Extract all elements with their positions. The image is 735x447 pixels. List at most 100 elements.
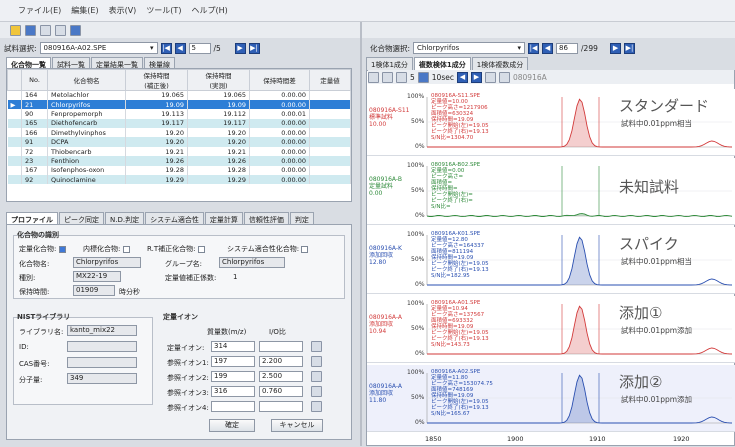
profile-panel: 化合物の識別 定量化合物: 内標化合物: R.T補正化合物: システム適合性化合…: [6, 224, 352, 440]
y-tick: 0%: [415, 281, 425, 288]
table-row[interactable]: 92 Quinoclamine 19.29 19.29 0.00.00: [7, 175, 351, 185]
table-cell: 19.21: [187, 146, 250, 157]
x-tick: 1910: [589, 435, 606, 443]
peak-annotation: S/N比=182.95: [431, 273, 470, 279]
header-no[interactable]: No.: [21, 69, 48, 91]
ion-select-icon[interactable]: [311, 401, 322, 412]
prev-icon[interactable]: ◀: [542, 42, 554, 54]
ion-ratio-field[interactable]: 0.760: [259, 386, 303, 397]
peak-annotation: S/N比=1304.70: [431, 135, 474, 141]
table-row[interactable]: 165 Diethofencarb 19.117 19.117 0.00.00: [7, 118, 351, 129]
table-cell: Metolachlor: [47, 90, 126, 100]
interval-select[interactable]: 10sec: [432, 73, 454, 82]
menu-help[interactable]: ヘルプ(H): [191, 5, 227, 16]
ion-mass-field[interactable]: 316: [211, 386, 255, 397]
identification-title: 化合物の識別: [17, 231, 59, 239]
chromatogram-lane[interactable]: 080916A-S11 標準試料 10.00 100% 50% 0% 08091…: [367, 89, 735, 156]
table-row[interactable]: 23 Fenthion 19.26 19.26 0.00.00: [7, 156, 351, 166]
next-icon[interactable]: ▶: [234, 42, 246, 54]
header-rt-measured[interactable]: 保持時間 (実測): [187, 69, 250, 91]
checkbox-icon[interactable]: [301, 245, 309, 253]
table-row[interactable]: 90 Fenpropemorph 19.113 19.112 0.00.01: [7, 109, 351, 119]
ion-mass-field[interactable]: 199: [211, 371, 255, 382]
ion-select-icon[interactable]: [311, 371, 322, 382]
checkbox-icon[interactable]: [122, 245, 130, 253]
row-marker: [7, 156, 22, 166]
ion-select-icon[interactable]: [311, 356, 322, 367]
scroll-left-icon[interactable]: ◀: [456, 71, 468, 83]
refresh-icon[interactable]: [484, 71, 496, 83]
compound-select[interactable]: Chlorpyrifos ▾: [413, 42, 526, 54]
table-cell: 19.113: [125, 109, 188, 119]
pane-splitter[interactable]: [360, 22, 362, 446]
checkbox-icon[interactable]: [58, 245, 66, 253]
table-row[interactable]: ▶ 21 Chlorpyrifos 19.09 19.09 0.00.00: [7, 99, 351, 110]
chromatogram-lane[interactable]: 080916A-A 添加回収 11.80 100% 50% 0% 080916A…: [367, 365, 735, 432]
ion-mass-field[interactable]: [211, 401, 255, 412]
export-icon[interactable]: [498, 71, 510, 83]
print-icon[interactable]: [40, 24, 51, 36]
ion-ratio-field[interactable]: 2.200: [259, 356, 303, 367]
table-row[interactable]: 72 Thiobencarb 19.21 19.21 0.00.00: [7, 146, 351, 157]
table-cell: Diethofencarb: [47, 118, 126, 129]
cas-field: [67, 357, 137, 368]
menu-file[interactable]: ファイル(E): [18, 5, 61, 16]
chromatogram-lane[interactable]: 080916A-A 添加回収 10.94 100% 50% 0% 080916A…: [367, 296, 735, 363]
ion-mass-field[interactable]: 197: [211, 356, 255, 367]
copy-icon[interactable]: [55, 24, 66, 36]
table-cell: 19.20: [187, 128, 250, 138]
first-icon[interactable]: |◀: [528, 42, 540, 54]
library-label: ライブラリ名:: [19, 328, 64, 336]
table-cell: 19.29: [187, 175, 250, 185]
chromatogram-lane[interactable]: 080916A-B 定量試料 0.00 100% 50% 0% 080916A-…: [367, 158, 735, 225]
open-folder-icon[interactable]: [10, 24, 21, 36]
table-cell: 0.00.00: [249, 128, 310, 138]
table-row[interactable]: 166 Dimethylvinphos 19.20 19.20 0.00.00: [7, 128, 351, 138]
header-quant[interactable]: 定量値: [309, 69, 351, 91]
ion-select-icon[interactable]: [311, 341, 322, 352]
lane-title: スタンダード: [619, 97, 710, 115]
ion-ratio-field[interactable]: [259, 401, 303, 412]
menu-view[interactable]: 表示(V): [109, 5, 137, 16]
zoom-y-icon[interactable]: [382, 71, 393, 83]
y-tick: 100%: [407, 231, 425, 238]
compound-page-field[interactable]: 86: [556, 42, 579, 54]
last-icon[interactable]: ▶|: [624, 42, 636, 54]
header-rt-corrected[interactable]: 保持時間 (補正後): [125, 69, 188, 91]
scroll-right-icon[interactable]: ▶: [470, 71, 482, 83]
table-cell: 0.00.01: [249, 109, 310, 119]
ion-mass-field[interactable]: 314: [211, 341, 255, 352]
first-icon[interactable]: |◀: [160, 42, 172, 54]
cancel-button[interactable]: キャンセル: [271, 419, 323, 432]
rt-field: 01909: [73, 285, 115, 296]
chart-num[interactable]: 5: [410, 73, 415, 82]
header-rt-diff[interactable]: 保持時間差: [249, 69, 310, 91]
ion-ratio-field[interactable]: 2.500: [259, 371, 303, 382]
table-row[interactable]: 167 Isofenphos-oxon 19.28 19.28 0.00.00: [7, 165, 351, 176]
table-row[interactable]: 164 Metolachlor 19.065 19.065 0.00.00: [7, 90, 351, 100]
sample-select-label: 試料選択:: [4, 43, 37, 53]
table-cell: 0.00.00: [249, 90, 310, 100]
peak-annotation: S/N比=: [431, 204, 451, 210]
save-icon[interactable]: [25, 24, 36, 36]
checkbox-icon[interactable]: [197, 245, 205, 253]
next-icon[interactable]: ▶: [610, 42, 622, 54]
header-name[interactable]: 化合物名: [47, 69, 126, 91]
sample-select[interactable]: 080916A-A02.SPE ▾: [39, 42, 158, 54]
menu-edit[interactable]: 編集(E): [71, 5, 98, 16]
ion-ratio-field[interactable]: [259, 341, 303, 352]
lane-sample-name: 080916A-S11 標準試料 10.00: [369, 107, 410, 128]
zoom-icon[interactable]: [368, 71, 379, 83]
table-row[interactable]: 91 DCPA 19.20 19.20 0.00.00: [7, 137, 351, 147]
help-icon[interactable]: [70, 24, 81, 36]
scale-icon[interactable]: [417, 71, 429, 83]
last-icon[interactable]: ▶|: [248, 42, 260, 54]
sample-page-field[interactable]: 5: [188, 42, 211, 54]
prev-icon[interactable]: ◀: [174, 42, 186, 54]
chromatogram-lane[interactable]: 080916A-K 添加回収 12.80 100% 50% 0% 080916A…: [367, 227, 735, 294]
confirm-button[interactable]: 確定: [209, 419, 255, 432]
zoom-x-icon[interactable]: [396, 71, 407, 83]
ion-select-icon[interactable]: [311, 386, 322, 397]
table-cell: 0.00.00: [249, 165, 310, 176]
menu-tools[interactable]: ツール(T): [146, 5, 181, 16]
